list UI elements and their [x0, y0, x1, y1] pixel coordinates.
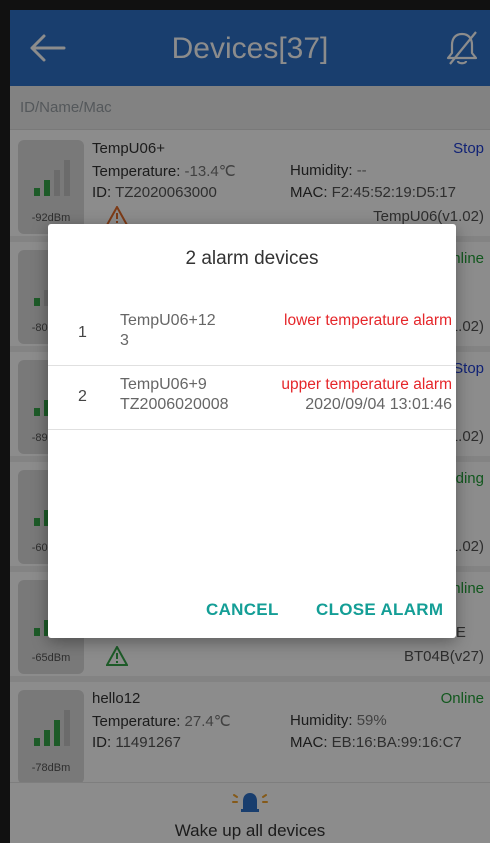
- alarm-device-name: TempU06+12: [120, 312, 216, 329]
- alarm-device-id: TZ2006020008: [120, 396, 229, 413]
- dialog-title: 2 alarm devices: [185, 248, 319, 269]
- alarm-dialog: 2 alarm devices 1 TempU06+12 3 lower tem…: [48, 224, 456, 638]
- alarm-index: 1: [78, 324, 87, 341]
- app-screen: Devices[37] ID/Name/Mac -92dBm TempU06+ …: [10, 10, 490, 843]
- alarm-time: 2020/09/04 13:01:46: [305, 396, 452, 413]
- alarm-row[interactable]: 1 TempU06+12 3 lower temperature alarm: [48, 302, 456, 366]
- cancel-button[interactable]: CANCEL: [206, 600, 279, 620]
- alarm-type: lower temperature alarm: [284, 312, 452, 329]
- alarm-device-id: 3: [120, 332, 129, 349]
- alarm-device-name: TempU06+9: [120, 376, 207, 393]
- alarm-index: 2: [78, 388, 87, 405]
- alarm-row[interactable]: 2 TempU06+9 TZ2006020008 upper temperatu…: [48, 366, 456, 430]
- alarm-type: upper temperature alarm: [281, 376, 452, 393]
- close-alarm-button[interactable]: CLOSE ALARM: [316, 600, 443, 620]
